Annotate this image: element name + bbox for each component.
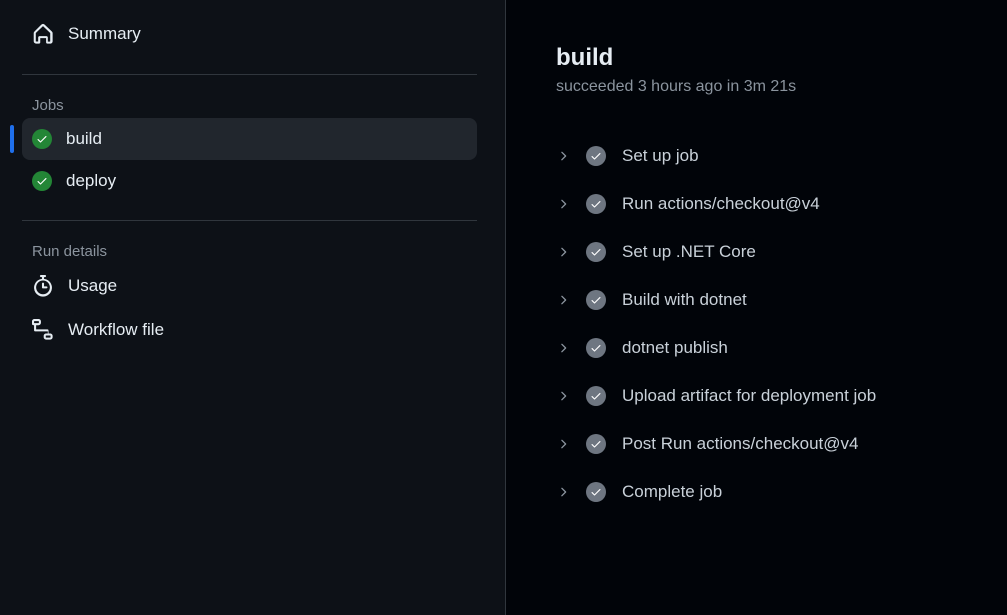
sidebar-job-deploy[interactable]: deploy (22, 160, 477, 202)
run-details-section-title: Run details (22, 233, 477, 264)
main-panel: build succeeded 3 hours ago in 3m 21s Se… (505, 0, 1007, 615)
job-header: build succeeded 3 hours ago in 3m 21s (506, 0, 1007, 120)
step-name: dotnet publish (622, 338, 728, 358)
step-row[interactable]: Upload artifact for deployment job (556, 372, 957, 420)
step-name: Complete job (622, 482, 722, 502)
steps-list: Set up job Run actions/checkout@v4 Set u… (506, 120, 1007, 546)
job-label: deploy (66, 171, 116, 191)
job-label: build (66, 129, 102, 149)
divider (22, 74, 477, 75)
stopwatch-icon (32, 275, 54, 297)
divider (22, 220, 477, 221)
workflow-file-label: Workflow file (68, 320, 164, 340)
success-icon (586, 194, 606, 214)
success-icon (586, 146, 606, 166)
step-row[interactable]: Build with dotnet (556, 276, 957, 324)
step-name: Post Run actions/checkout@v4 (622, 434, 859, 454)
usage-link[interactable]: Usage (22, 264, 477, 308)
chevron-right-icon (556, 389, 570, 403)
chevron-right-icon (556, 293, 570, 307)
chevron-right-icon (556, 485, 570, 499)
success-icon (586, 290, 606, 310)
success-icon (586, 386, 606, 406)
chevron-right-icon (556, 341, 570, 355)
step-name: Set up .NET Core (622, 242, 756, 262)
success-icon (32, 171, 52, 191)
success-icon (586, 242, 606, 262)
step-row[interactable]: Post Run actions/checkout@v4 (556, 420, 957, 468)
chevron-right-icon (556, 437, 570, 451)
jobs-section-title: Jobs (22, 87, 477, 118)
job-title: build (556, 44, 957, 72)
step-row[interactable]: Run actions/checkout@v4 (556, 180, 957, 228)
success-icon (32, 129, 52, 149)
job-status-line: succeeded 3 hours ago in 3m 21s (556, 78, 957, 96)
chevron-right-icon (556, 149, 570, 163)
step-row[interactable]: Set up job (556, 132, 957, 180)
step-name: Run actions/checkout@v4 (622, 194, 820, 214)
step-name: Set up job (622, 146, 699, 166)
sidebar: Summary Jobs build deploy Run details Us… (0, 0, 505, 615)
step-name: Build with dotnet (622, 290, 747, 310)
success-icon (586, 482, 606, 502)
step-row[interactable]: Complete job (556, 468, 957, 516)
step-row[interactable]: Set up .NET Core (556, 228, 957, 276)
sidebar-job-build[interactable]: build (22, 118, 477, 160)
step-name: Upload artifact for deployment job (622, 386, 876, 406)
summary-link[interactable]: Summary (22, 12, 477, 56)
usage-label: Usage (68, 276, 117, 296)
workflow-file-link[interactable]: Workflow file (22, 308, 477, 352)
chevron-right-icon (556, 197, 570, 211)
step-row[interactable]: dotnet publish (556, 324, 957, 372)
summary-label: Summary (68, 24, 141, 44)
success-icon (586, 338, 606, 358)
chevron-right-icon (556, 245, 570, 259)
workflow-file-icon (32, 319, 54, 341)
success-icon (586, 434, 606, 454)
home-icon (32, 23, 54, 45)
